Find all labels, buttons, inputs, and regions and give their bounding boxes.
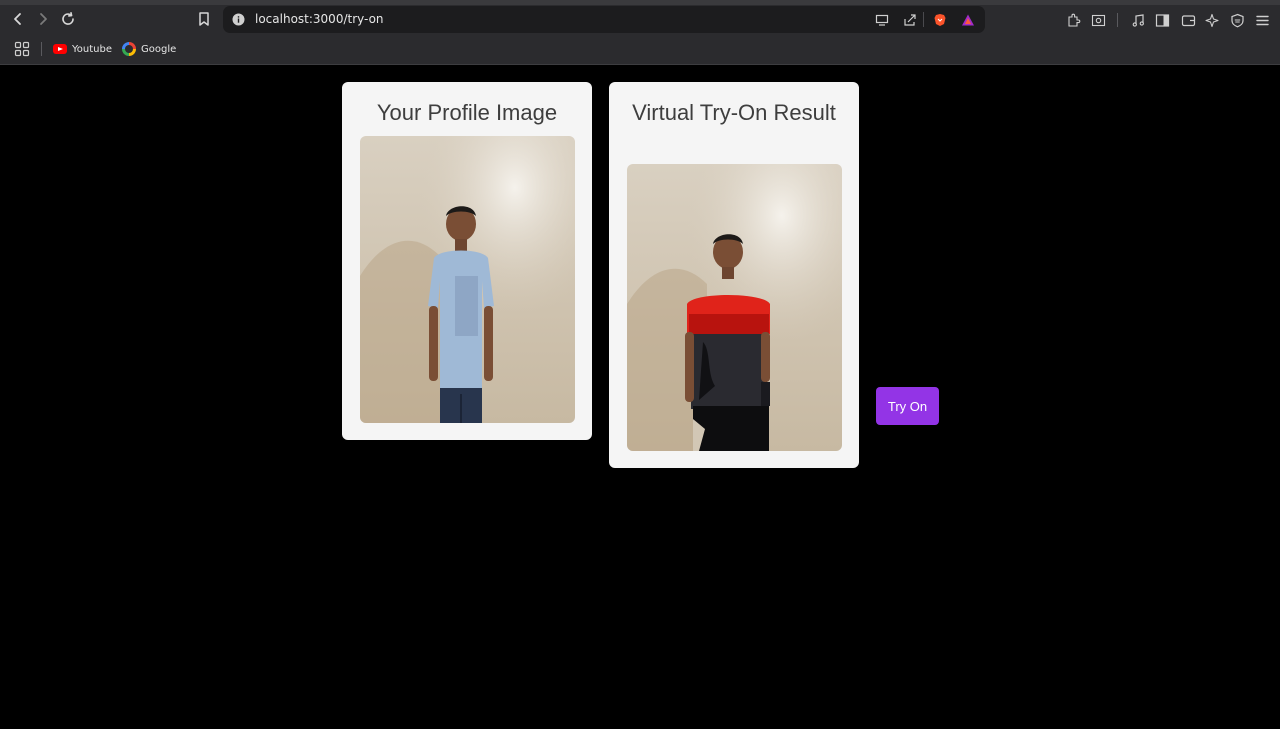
screenshot-button[interactable] xyxy=(1089,11,1107,29)
screenshot-icon xyxy=(1091,14,1105,26)
google-icon xyxy=(122,42,136,56)
media-button[interactable] xyxy=(1129,11,1147,29)
sidebar-button[interactable] xyxy=(1153,11,1171,29)
brave-rewards-button[interactable] xyxy=(960,12,976,28)
profile-image-card: Your Profile Image xyxy=(342,82,592,440)
wallet-button[interactable] xyxy=(1179,11,1197,29)
bookmark-page-button[interactable] xyxy=(194,9,214,29)
try-on-result-image xyxy=(627,164,842,451)
cast-icon xyxy=(875,14,889,26)
urlbar-divider xyxy=(923,12,924,27)
back-button[interactable] xyxy=(8,9,28,29)
address-bar[interactable]: localhost:3000/try-on xyxy=(223,6,985,33)
result-card-title: Virtual Try-On Result xyxy=(632,100,836,125)
reload-icon xyxy=(62,12,74,25)
try-on-button[interactable]: Try On xyxy=(876,387,939,425)
bookmark-google-label: Google xyxy=(141,43,177,55)
share-icon xyxy=(904,14,916,26)
result-photo-illustration xyxy=(627,164,842,451)
profile-image xyxy=(360,136,575,423)
try-on-result-card: Virtual Try-On Result xyxy=(609,82,859,468)
browser-top-strip xyxy=(0,0,1280,5)
apps-grid-icon[interactable] xyxy=(14,41,30,57)
back-arrow-icon xyxy=(14,13,21,25)
youtube-icon xyxy=(53,44,67,54)
main-menu-button[interactable] xyxy=(1253,11,1271,29)
browser-chrome: localhost:3000/try-on Youtube Google xyxy=(0,0,1280,65)
url-text[interactable]: localhost:3000/try-on xyxy=(255,12,384,26)
forward-button[interactable] xyxy=(33,9,53,29)
leo-ai-button[interactable] xyxy=(1203,11,1221,29)
toolbar-divider xyxy=(1117,13,1118,27)
cast-button[interactable] xyxy=(874,12,890,28)
wallet-icon xyxy=(1181,14,1195,26)
share-button[interactable] xyxy=(902,12,918,28)
bookmark-icon xyxy=(199,12,209,26)
vpn-button[interactable] xyxy=(1228,11,1246,29)
bookmarks-divider xyxy=(41,42,42,56)
bookmarks-bar: Youtube Google xyxy=(0,37,1280,61)
extensions-button[interactable] xyxy=(1064,11,1082,29)
bookmark-google[interactable]: Google xyxy=(122,40,176,58)
sidebar-icon xyxy=(1155,13,1169,27)
brave-shields-button[interactable] xyxy=(932,12,948,28)
site-info-icon[interactable] xyxy=(232,13,245,26)
reload-button[interactable] xyxy=(58,9,78,29)
music-note-icon xyxy=(1132,13,1144,27)
profile-photo-illustration xyxy=(360,136,575,423)
rewards-triangle-icon xyxy=(962,14,974,26)
puzzle-icon xyxy=(1067,13,1080,27)
shield-icon xyxy=(1230,13,1244,27)
hamburger-menu-icon xyxy=(1255,15,1269,25)
bookmark-youtube-label: Youtube xyxy=(72,43,112,55)
sparkle-icon xyxy=(1204,13,1219,27)
forward-arrow-icon xyxy=(40,13,47,25)
brave-lion-icon xyxy=(934,14,946,26)
bookmark-youtube[interactable]: Youtube xyxy=(53,40,112,58)
profile-card-title: Your Profile Image xyxy=(376,100,558,125)
